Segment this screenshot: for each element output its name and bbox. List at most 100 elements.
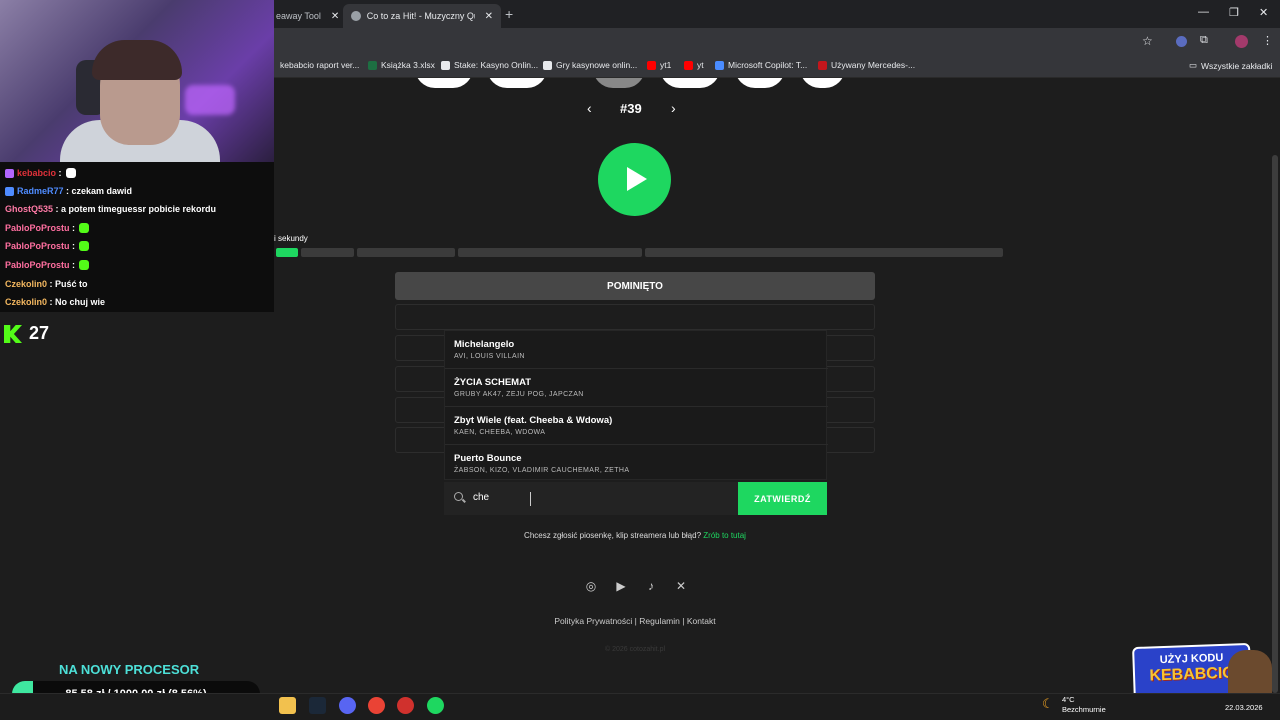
privacy-link[interactable]: Polityka Prywatności	[554, 616, 632, 626]
close-icon[interactable]: ✕	[331, 11, 339, 22]
suggestion-title: Puerto Bounce	[454, 453, 522, 464]
report-text: Chcesz zgłosić piosenkę, klip streamera …	[524, 531, 746, 540]
tab-label: Co to za Hit! - Muzyczny Quiz	[366, 11, 475, 21]
divider	[445, 368, 828, 369]
otomoto-icon	[818, 60, 827, 70]
minimize-icon[interactable]: —	[1198, 6, 1209, 18]
chat-message: Czekolin0 : Puść to	[5, 279, 88, 289]
file-explorer-icon[interactable]	[279, 697, 296, 714]
copilot-icon	[715, 60, 724, 70]
confirm-button[interactable]: ZATWIERDŹ	[738, 482, 827, 515]
extension-icon[interactable]	[1176, 36, 1187, 47]
stake-icon	[441, 60, 450, 70]
bookmark-item[interactable]: Stake: Kasyno Onlin...	[441, 60, 538, 70]
suggestions-dropdown: Michelangelo AVI, LOUIS VILLAIN ŻYCIA SC…	[444, 330, 828, 480]
chat-message: GhostQ535 : a potem timeguessr pobicie r…	[5, 204, 217, 214]
taskbar-date[interactable]: 22.03.2026	[1225, 703, 1263, 712]
progress-segment	[301, 248, 354, 257]
excel-icon	[368, 60, 377, 70]
all-bookmarks[interactable]: ▭ Wszystkie zakładki	[1189, 60, 1272, 71]
webcam-feed	[0, 0, 274, 162]
chat-message: PabloPoProstu :	[5, 241, 90, 251]
chat-message: RadmeR77 : czekam dawid	[5, 186, 132, 196]
next-song-icon[interactable]: ›	[671, 100, 676, 116]
progress-segment-active	[276, 248, 298, 257]
weather-widget[interactable]: 4°C Bezchmurnie	[1062, 695, 1106, 715]
chat-message: PabloPoProstu :	[5, 223, 90, 233]
stake-icon	[543, 60, 552, 70]
youtube-icon[interactable]: ▶	[614, 579, 628, 593]
bookmark-item[interactable]: yt1	[647, 60, 671, 70]
spotify-icon[interactable]	[427, 697, 444, 714]
profile-avatar[interactable]	[1235, 35, 1248, 48]
suggestion-artists: GRUBY AK47, ZEJU POG, JAPCZAN	[454, 391, 584, 398]
obs-icon[interactable]	[397, 697, 414, 714]
steam-icon[interactable]	[309, 697, 326, 714]
bookmark-item[interactable]: Microsoft Copilot: T...	[715, 60, 807, 70]
x-icon[interactable]: ✕	[674, 579, 688, 593]
guess-slot	[395, 304, 875, 330]
progress-segment	[357, 248, 455, 257]
instagram-icon[interactable]: ◎	[584, 579, 598, 593]
bookmark-item[interactable]: kebabcio raport ver...	[280, 60, 359, 70]
discord-icon[interactable]	[339, 697, 356, 714]
social-links: ◎ ▶ ♪ ✕	[584, 579, 688, 593]
suggestion-artists: KAEN, CHEEBA, WDOWA	[454, 429, 546, 436]
terms-link[interactable]: Regulamin	[639, 616, 680, 626]
emote-icon	[65, 168, 76, 178]
suggestion-item[interactable]: Michelangelo AVI, LOUIS VILLAIN	[454, 339, 525, 360]
suggestion-item[interactable]: Puerto Bounce ŻABSON, KIZO, VLADIMIR CAU…	[454, 453, 629, 474]
song-number: #39	[620, 101, 642, 116]
emote-icon	[79, 241, 90, 251]
chat-message: kebabcio :	[5, 168, 76, 178]
tab-quiz[interactable]: Co to za Hit! - Muzyczny Quiz ✕	[343, 4, 501, 28]
chrome-icon[interactable]	[368, 697, 385, 714]
bookmark-item[interactable]: yt	[684, 60, 704, 70]
suggestion-item[interactable]: ŻYCIA SCHEMAT GRUBY AK47, ZEJU POG, JAPC…	[454, 377, 584, 398]
close-icon[interactable]: ✕	[485, 11, 493, 22]
moon-icon: ☾	[1042, 696, 1054, 711]
menu-icon[interactable]: ⋮	[1262, 34, 1273, 47]
search-icon	[454, 492, 463, 501]
puzzle-icon[interactable]: ⧉	[1200, 34, 1208, 47]
skipped-attempt: POMINIĘTO	[395, 272, 875, 300]
bookmark-item[interactable]: Książka 3.xlsx	[368, 60, 435, 70]
viewer-count: 27	[29, 323, 50, 343]
suggestion-artists: AVI, LOUIS VILLAIN	[454, 353, 525, 360]
folder-icon: ▭	[1189, 60, 1198, 70]
search-input[interactable]: che	[444, 482, 738, 515]
star-icon[interactable]: ☆	[1142, 34, 1153, 48]
scrollbar-thumb[interactable]	[1272, 155, 1278, 693]
bookmark-item[interactable]: Używany Mercedes-...	[818, 60, 915, 70]
divider	[445, 406, 828, 407]
window-close-icon[interactable]: ✕	[1259, 6, 1268, 19]
maximize-icon[interactable]: ❐	[1229, 6, 1239, 19]
search-value: che	[473, 492, 490, 503]
copyright: © 2026 cotozahit.pl	[604, 646, 666, 653]
new-tab-icon[interactable]: +	[505, 6, 513, 22]
goal-title: NA NOWY PROCESOR	[59, 662, 200, 677]
tab-label: eaway Tool	[276, 11, 321, 21]
badge-icon	[5, 186, 14, 196]
suggestion-item[interactable]: Zbyt Wiele (feat. Cheeba & Wdowa) KAEN, …	[454, 415, 612, 436]
play-button[interactable]	[598, 143, 671, 216]
contact-link[interactable]: Kontakt	[687, 616, 716, 626]
chat-message: Czekolin0 : No chuj wie	[5, 297, 106, 307]
chat-message: PabloPoProstu :	[5, 260, 90, 270]
site-logo	[415, 78, 845, 90]
divider	[445, 444, 828, 445]
tiktok-icon[interactable]: ♪	[644, 579, 658, 593]
favicon-icon	[351, 11, 361, 21]
footer-links: Polityka Prywatności | Regulamin | Konta…	[554, 616, 716, 626]
tab-giveaway-tool[interactable]: eaway Tool ✕	[268, 4, 347, 28]
emote-icon	[79, 260, 90, 270]
suggestion-title: Zbyt Wiele (feat. Cheeba & Wdowa)	[454, 415, 613, 426]
suggestion-title: Michelangelo	[454, 339, 515, 350]
seconds-label: i sekundy	[274, 234, 308, 243]
stream-chat: kebabcio : RadmeR77 : czekam dawid Ghost…	[0, 162, 274, 312]
bookmark-item[interactable]: Gry kasynowe onlin...	[543, 60, 637, 70]
report-link[interactable]: Zrób to tutaj	[703, 531, 746, 540]
previous-song-icon[interactable]: ‹	[587, 100, 592, 116]
suggestion-artists: ŻABSON, KIZO, VLADIMIR CAUCHEMAR, ZETHA	[454, 467, 630, 474]
youtube-icon	[647, 60, 656, 70]
